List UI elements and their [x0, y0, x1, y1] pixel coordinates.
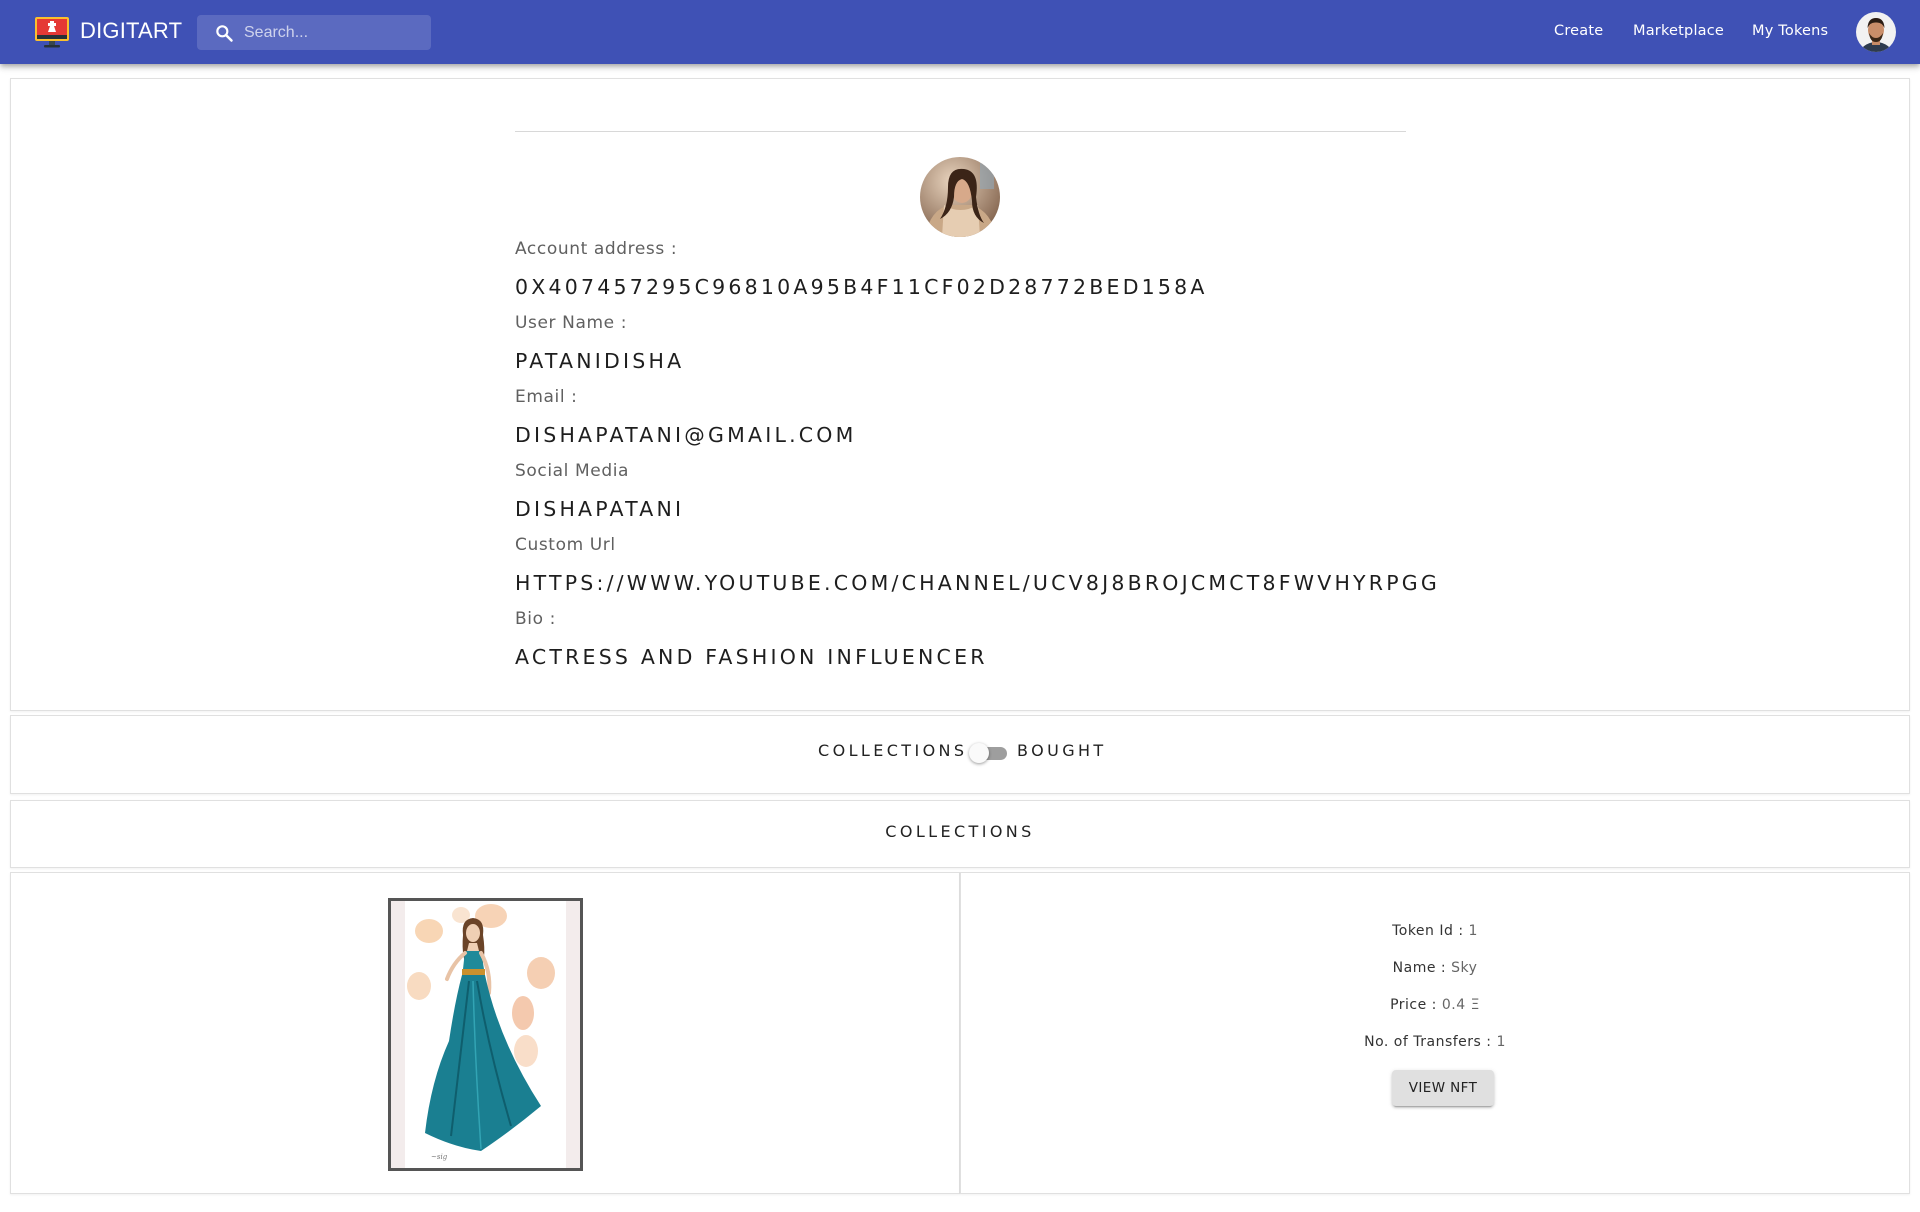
app-bar: DIGITART Create Marketplace My Tokens: [0, 0, 1920, 64]
username-label: User Name :: [515, 313, 628, 333]
token-id-value: 1: [1468, 923, 1478, 939]
account-address-label: Account address :: [515, 239, 678, 259]
username-value: PATANIDISHA: [515, 349, 685, 373]
search-box[interactable]: [197, 15, 431, 50]
name-row: Name : Sky: [961, 960, 1909, 976]
toggle-bought-label: BOUGHT: [1017, 741, 1107, 760]
nav-create-link[interactable]: Create: [1554, 23, 1603, 39]
token-id-row: Token Id : 1: [961, 923, 1909, 939]
brand-name[interactable]: DIGITART: [80, 18, 182, 44]
nft-info-card: Token Id : 1 Name : Sky Price : 0.4 Ξ No…: [960, 872, 1910, 1194]
collection-toggle-card: COLLECTIONS BOUGHT: [10, 715, 1910, 794]
account-address-value: 0X407457295C96810A95B4F11CF02D28772BED15…: [515, 275, 1208, 299]
price-label: Price :: [1390, 997, 1437, 1013]
bio-label: Bio :: [515, 609, 556, 629]
divider: [515, 131, 1406, 132]
profile-card: Account address : 0X407457295C96810A95B4…: [10, 78, 1910, 711]
search-icon: [216, 25, 233, 42]
transfers-value: 1: [1496, 1034, 1506, 1050]
nft-image-card: ~sig: [10, 872, 960, 1194]
price-value: 0.4 Ξ: [1441, 997, 1480, 1013]
switch-thumb[interactable]: [969, 743, 989, 763]
custom-url-value: HTTPS://WWW.YOUTUBE.COM/CHANNEL/UCV8J8BR…: [515, 571, 1440, 595]
collections-title: COLLECTIONS: [885, 822, 1035, 841]
bio-value: ACTRESS AND FASHION INFLUENCER: [515, 645, 988, 669]
social-media-label: Social Media: [515, 461, 630, 481]
monitor-logo-icon[interactable]: [34, 14, 70, 50]
profile-avatar: [920, 157, 1000, 237]
nft-name-value: Sky: [1451, 960, 1478, 976]
email-value: DISHAPATANI@GMAIL.COM: [515, 423, 857, 447]
nav-my-tokens-link[interactable]: My Tokens: [1752, 23, 1828, 39]
view-nft-button[interactable]: VIEW NFT: [1392, 1070, 1494, 1106]
search-input[interactable]: [244, 15, 424, 50]
fashion-illustration-image[interactable]: ~sig: [388, 898, 583, 1171]
svg-text:~sig: ~sig: [431, 1153, 448, 1161]
price-row: Price : 0.4 Ξ: [961, 997, 1909, 1013]
user-avatar[interactable]: [1856, 12, 1896, 52]
email-label: Email :: [515, 387, 578, 407]
nft-name-label: Name :: [1392, 960, 1447, 976]
collections-header-card: COLLECTIONS: [10, 800, 1910, 868]
token-id-label: Token Id :: [1392, 923, 1464, 939]
transfers-row: No. of Transfers : 1: [961, 1034, 1909, 1050]
nav-marketplace-link[interactable]: Marketplace: [1633, 23, 1724, 39]
toggle-collections-label: COLLECTIONS: [818, 741, 968, 760]
collections-bought-switch[interactable]: [969, 742, 1009, 764]
custom-url-label: Custom Url: [515, 535, 616, 555]
social-media-value: DISHAPATANI: [515, 497, 685, 521]
transfers-label: No. of Transfers :: [1364, 1034, 1492, 1050]
